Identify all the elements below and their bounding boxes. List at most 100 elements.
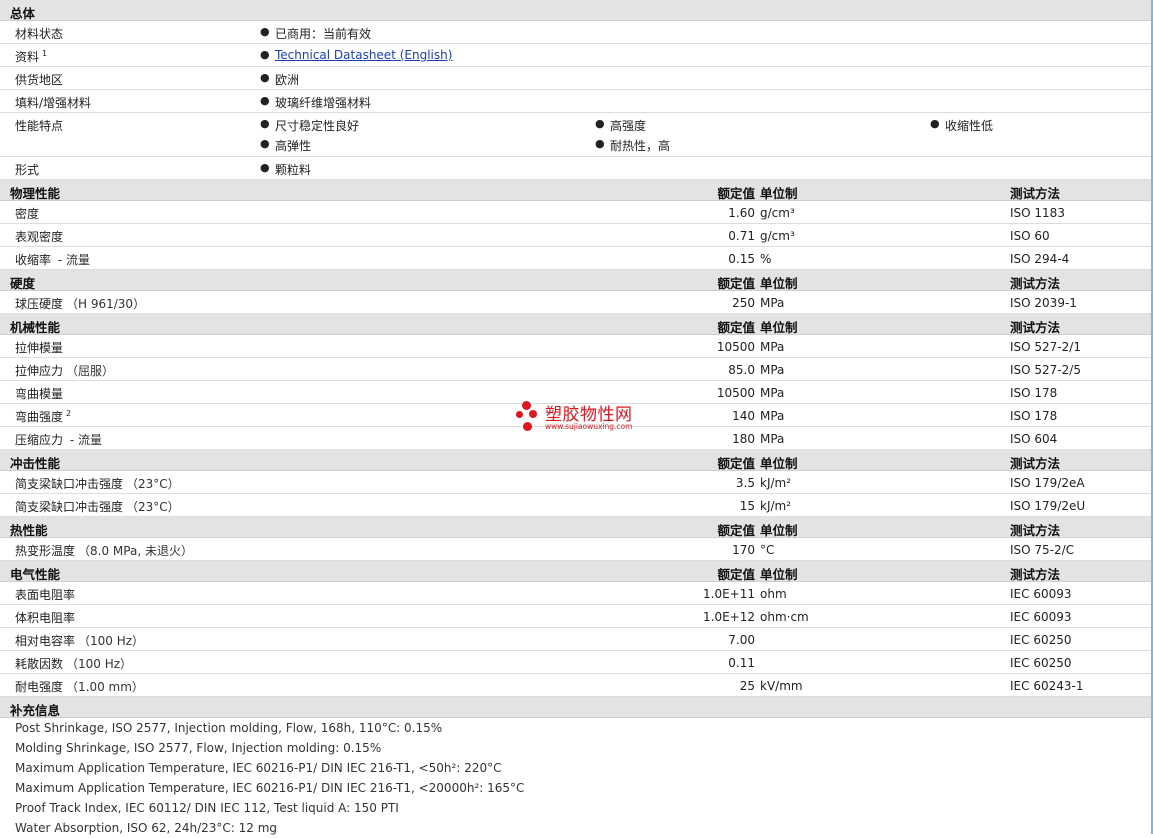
row-label: 填料/增强材料 — [15, 96, 92, 110]
property-unit: kJ/m² — [760, 476, 792, 490]
property-condition: （23°C） — [126, 500, 180, 514]
property-unit: g/cm³ — [760, 229, 795, 243]
section-title: 热性能 — [10, 523, 48, 538]
property-name: 密度 — [15, 207, 40, 221]
property-value: 3.5 — [735, 476, 755, 490]
column-header-value: 额定值 — [717, 320, 755, 335]
bullet-dot: ● — [260, 71, 270, 84]
property-unit: ohm·cm — [760, 610, 809, 624]
section-mechanical-header: 机械性能 额定值 单位制 测试方法 — [0, 314, 1153, 335]
bullet-item: ● 耐热性，高 — [595, 137, 671, 154]
property-value: 10500 — [716, 386, 755, 400]
bullet-item: ● 欧洲 — [260, 71, 300, 88]
property-method: IEC 60243-1 — [1010, 679, 1084, 693]
property-unit: MPa — [760, 386, 785, 400]
property-method: IEC 60093 — [1010, 610, 1072, 624]
property-row: 密度 1.60 g/cm³ ISO 1183 — [0, 201, 1153, 224]
property-value: 250 — [732, 296, 755, 310]
column-header-value: 额定值 — [717, 456, 755, 471]
technical-datasheet-link[interactable]: Technical Datasheet (English) — [275, 48, 452, 62]
bullet-item: ● 颗粒料 — [260, 161, 311, 178]
bullet-item: ● 玻璃纤维增强材料 — [260, 94, 371, 111]
bullet-dot: ● — [595, 117, 605, 130]
row-features: 性能特点 ● 尺寸稳定性良好 ● 高强度 ● 收缩性低 ● 高弹性 ● 耐热性，… — [0, 113, 1153, 157]
supplemental-note: Maximum Application Temperature, IEC 602… — [0, 778, 1153, 798]
property-name: 耐电强度 — [15, 680, 64, 694]
property-row: 耗散因数 （100 Hz） 0.11 IEC 60250 — [0, 651, 1153, 674]
section-impact-header: 冲击性能 额定值 单位制 测试方法 — [0, 450, 1153, 471]
row-label: 资料 1 — [15, 48, 47, 65]
property-condition: （1.00 mm） — [66, 680, 144, 694]
column-header-method: 测试方法 — [1010, 523, 1061, 538]
bullet-text: 已商用：当前有效 — [275, 27, 372, 41]
property-label: 收缩率 - 流量 — [15, 251, 90, 268]
property-method: ISO 179/2eU — [1010, 499, 1086, 513]
property-value: 85.0 — [728, 363, 755, 377]
property-method: ISO 527-2/5 — [1010, 363, 1081, 377]
supplemental-note: Post Shrinkage, ISO 2577, Injection mold… — [0, 718, 1153, 738]
property-label: 热变形温度 （8.0 MPa, 未退火） — [15, 542, 193, 559]
property-value: 7.00 — [728, 633, 755, 647]
property-unit: MPa — [760, 432, 785, 446]
property-method: ISO 178 — [1010, 409, 1058, 423]
property-method: ISO 294-4 — [1010, 252, 1070, 266]
section-title: 总体 — [10, 6, 36, 21]
column-header-value: 额定值 — [717, 186, 755, 201]
property-value: 140 — [732, 409, 755, 423]
bullet-item: ● 尺寸稳定性良好 — [260, 117, 359, 134]
property-value: 1.0E+11 — [703, 587, 755, 601]
section-hardness-header: 硬度 额定值 单位制 测试方法 — [0, 270, 1153, 291]
column-header-unit: 单位制 — [760, 567, 798, 582]
property-name: 耗散因数 — [15, 657, 64, 671]
property-row: 热变形温度 （8.0 MPa, 未退火） 170 °C ISO 75-2/C — [0, 538, 1153, 561]
property-row: 体积电阻率 1.0E+12 ohm·cm IEC 60093 — [0, 605, 1153, 628]
section-general-header: 总体 — [0, 0, 1153, 21]
property-value: 0.11 — [728, 656, 755, 670]
row-availability: 供货地区 ● 欧洲 — [0, 67, 1153, 90]
property-row: 耐电强度 （1.00 mm） 25 kV/mm IEC 60243-1 — [0, 674, 1153, 697]
property-method: ISO 178 — [1010, 386, 1058, 400]
property-value: 0.71 — [728, 229, 755, 243]
section-title: 物理性能 — [10, 186, 61, 201]
property-value: 1.60 — [728, 206, 755, 220]
property-name: 简支梁缺口冲击强度 — [15, 500, 124, 514]
row-resources: 资料 1 ● Technical Datasheet (English) — [0, 44, 1153, 67]
property-label: 密度 — [15, 205, 42, 222]
property-label: 压缩应力 - 流量 — [15, 431, 102, 448]
watermark-dot — [529, 410, 537, 418]
section-physical-header: 物理性能 额定值 单位制 测试方法 — [0, 180, 1153, 201]
column-header-method: 测试方法 — [1010, 456, 1061, 471]
column-header-value: 额定值 — [717, 567, 755, 582]
note-text: Maximum Application Temperature, IEC 602… — [15, 781, 525, 795]
property-method: IEC 60250 — [1010, 633, 1072, 647]
property-value: 1.0E+12 — [703, 610, 755, 624]
column-header-unit: 单位制 — [760, 456, 798, 471]
property-condition: （23°C） — [126, 477, 180, 491]
supplemental-note: Molding Shrinkage, ISO 2577, Flow, Injec… — [0, 738, 1153, 758]
property-name: 压缩应力 — [15, 433, 64, 447]
property-method: ISO 75-2/C — [1010, 543, 1075, 557]
bullet-text: 欧洲 — [275, 73, 300, 87]
section-title: 冲击性能 — [10, 456, 61, 471]
section-thermal-header: 热性能 额定值 单位制 测试方法 — [0, 517, 1153, 538]
property-method: ISO 527-2/1 — [1010, 340, 1081, 354]
property-unit: kJ/m² — [760, 499, 792, 513]
bullet-text: 耐热性，高 — [610, 139, 671, 153]
property-name: 表面电阻率 — [15, 588, 76, 602]
watermark-dot — [522, 401, 531, 410]
property-row: 拉伸模量 10500 MPa ISO 527-2/1 — [0, 335, 1153, 358]
property-label: 简支梁缺口冲击强度 （23°C） — [15, 498, 180, 515]
property-label: 拉伸应力 （屈服） — [15, 362, 114, 379]
bullet-dot: ● — [260, 137, 270, 150]
property-label: 球压硬度 （H 961/30） — [15, 295, 145, 312]
bullet-dot: ● — [595, 137, 605, 150]
note-text: Water Absorption, ISO 62, 24h/23°C: 12 m… — [15, 821, 278, 835]
bullet-item: ● Technical Datasheet (English) — [260, 48, 452, 62]
property-unit: g/cm³ — [760, 206, 795, 220]
property-unit: MPa — [760, 363, 785, 377]
property-label: 弯曲强度 2 — [15, 408, 71, 425]
footnote-ref: 2 — [66, 409, 72, 418]
property-condition: （100 Hz） — [66, 657, 133, 671]
property-condition: - 流量 — [66, 433, 102, 447]
property-unit: MPa — [760, 296, 785, 310]
